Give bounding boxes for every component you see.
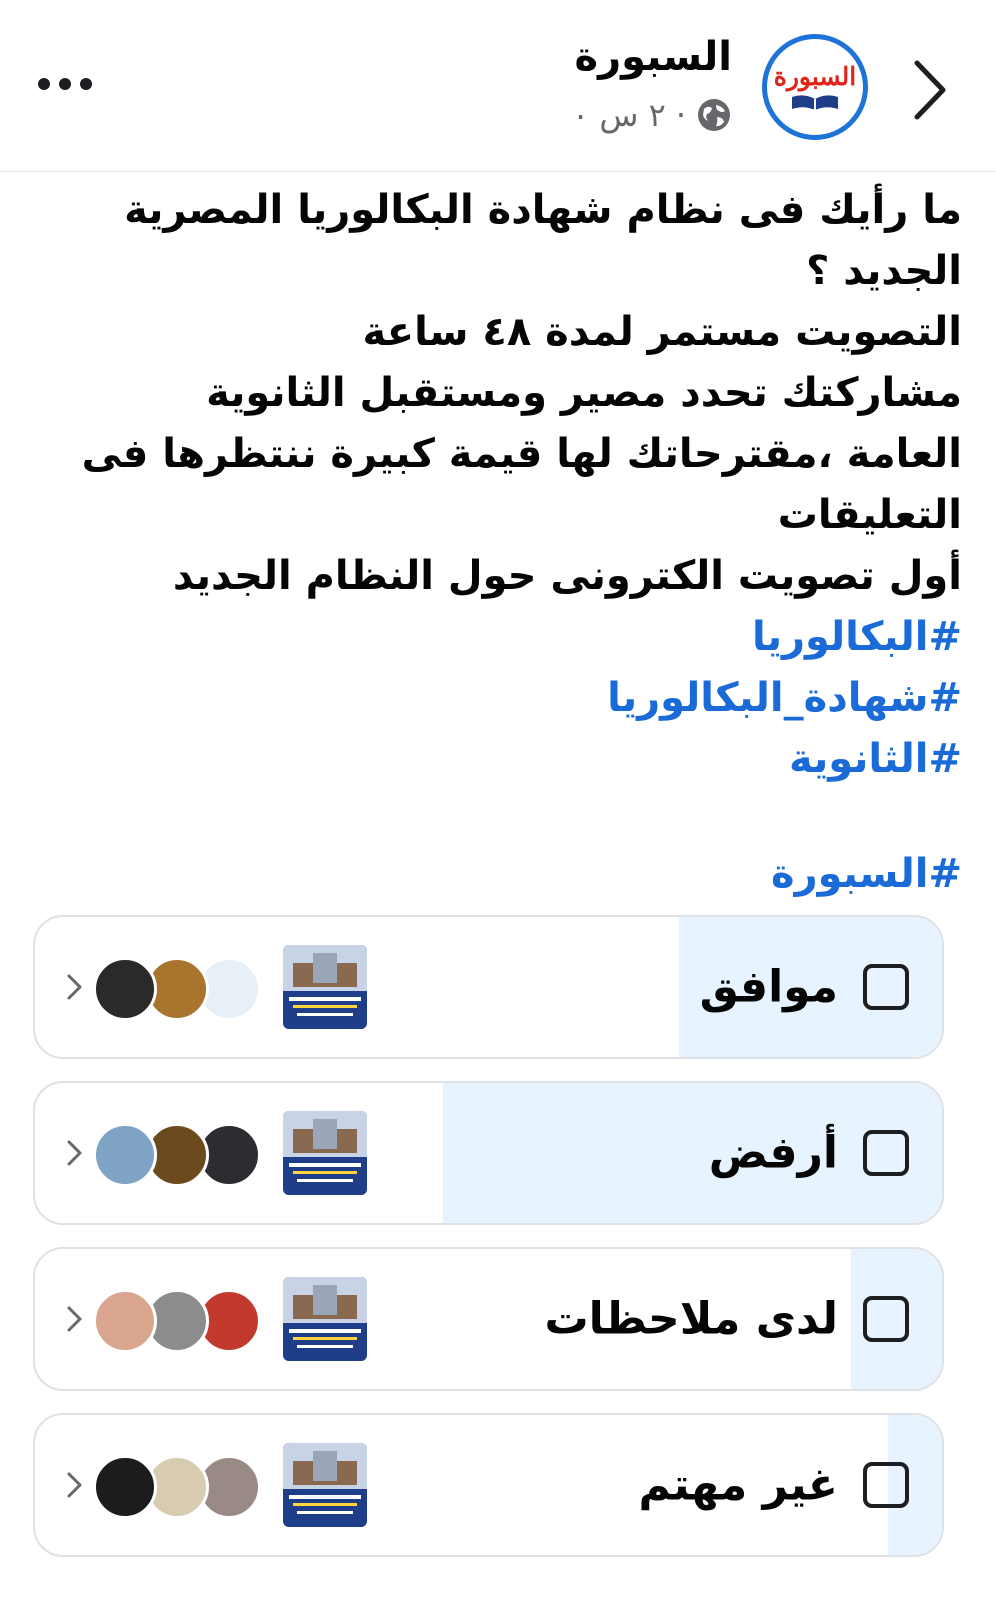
post-thumbnail — [283, 1277, 367, 1361]
voter-avatars[interactable] — [93, 1455, 265, 1519]
thumbnail-image — [283, 1443, 367, 1527]
post-thumbnail — [283, 945, 367, 1029]
post-meta: ٢ س ٠ · — [572, 96, 732, 134]
post-line: العامة ،مقترحاتك لها قيمة كبيرة ننتظرها … — [81, 431, 962, 477]
page-avatar[interactable]: السبورة — [762, 34, 868, 140]
more-dot — [38, 78, 50, 90]
hashtag-link[interactable]: #شهادة_البكالوريا — [62, 668, 962, 729]
chevron-right-icon — [67, 1140, 82, 1166]
chevron-right-icon — [67, 974, 82, 1000]
globe-icon — [698, 99, 730, 131]
thumbnail-image — [283, 1277, 367, 1361]
poll-option[interactable]: موافق — [33, 915, 944, 1059]
hashtag-link[interactable]: #البكالوريا — [62, 607, 962, 668]
option-checkbox[interactable] — [863, 1130, 909, 1176]
voter-avatar — [93, 1289, 157, 1353]
post-line: أول تصويت الكترونى حول النظام الجديد — [172, 553, 962, 599]
post-line: التعليقات — [777, 492, 962, 538]
dot-separator: · — [675, 96, 686, 134]
option-checkbox[interactable] — [863, 1462, 909, 1508]
voter-avatars[interactable] — [93, 957, 265, 1021]
timestamp[interactable]: ٢ س ٠ — [572, 96, 666, 134]
hashtag-link[interactable]: #الثانوية — [62, 729, 962, 790]
chevron-right-icon — [67, 1306, 82, 1332]
post-line: التصويت مستمر لمدة ٤٨ ساعة — [362, 309, 962, 355]
more-dot — [80, 78, 92, 90]
post-line: ما رأيك فى نظام شهادة البكالوريا المصرية — [124, 187, 962, 233]
hashtag-link[interactable]: #السبورة — [62, 844, 962, 905]
option-checkbox[interactable] — [863, 1296, 909, 1342]
post-line: الجديد ؟ — [806, 248, 962, 294]
option-label: موافق — [699, 961, 838, 1013]
voter-avatar — [93, 1123, 157, 1187]
option-label: لدى ملاحظات — [544, 1293, 838, 1345]
voter-avatar — [93, 957, 157, 1021]
option-label: أرفض — [708, 1127, 838, 1179]
thumbnail-image — [283, 945, 367, 1029]
chevron-right-icon — [914, 60, 946, 120]
voter-avatars[interactable] — [93, 1123, 265, 1187]
thumbnail-image — [283, 1111, 367, 1195]
book-icon — [792, 94, 838, 110]
back-button[interactable] — [900, 50, 960, 130]
option-label: غير مهتم — [638, 1459, 838, 1511]
post-line: مشاركتك تحدد مصير ومستقبل الثانوية — [206, 370, 962, 416]
post-header: السبورة السبورة ٢ س ٠ · — [0, 0, 996, 172]
more-options-button[interactable] — [38, 78, 92, 90]
more-dot — [59, 78, 71, 90]
post-text: ما رأيك فى نظام شهادة البكالوريا المصرية… — [62, 180, 962, 905]
poll-option[interactable]: غير مهتم — [33, 1413, 944, 1557]
option-checkbox[interactable] — [863, 964, 909, 1010]
logo-wordmark: السبورة — [773, 61, 857, 91]
voter-avatar — [93, 1455, 157, 1519]
poll-option[interactable]: أرفض — [33, 1081, 944, 1225]
post-thumbnail — [283, 1111, 367, 1195]
voter-avatars[interactable] — [93, 1289, 265, 1353]
post-thumbnail — [283, 1443, 367, 1527]
poll-option[interactable]: لدى ملاحظات — [33, 1247, 944, 1391]
page-name[interactable]: السبورة — [575, 34, 732, 80]
chevron-right-icon — [67, 1472, 82, 1498]
